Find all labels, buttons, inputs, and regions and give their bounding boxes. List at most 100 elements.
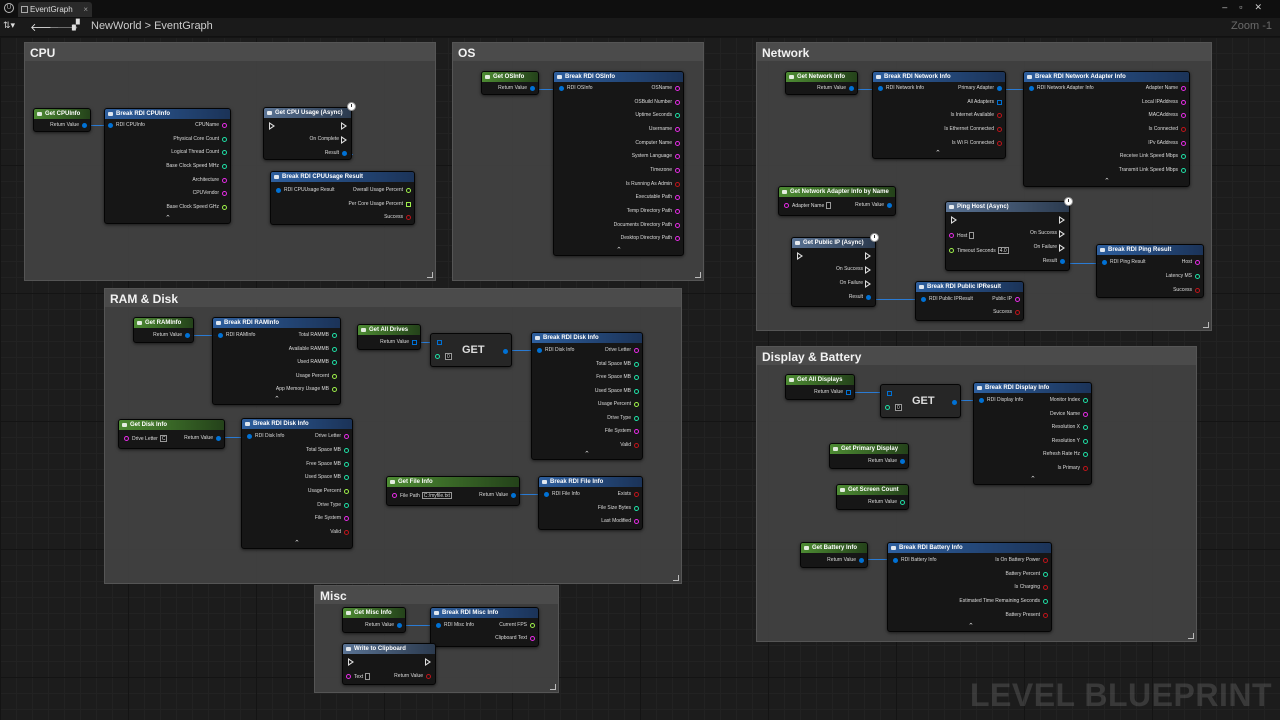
pin-return-value[interactable]: Return Value bbox=[814, 389, 851, 396]
timeout-field[interactable]: 4.0 bbox=[997, 247, 1009, 254]
pin-valid[interactable]: Valid bbox=[330, 529, 349, 536]
pin-return-value[interactable]: Return Value bbox=[479, 492, 516, 499]
pin-return-value[interactable]: Return Value bbox=[817, 85, 854, 92]
resize-handle-icon[interactable] bbox=[673, 575, 679, 581]
pin-usage-percent[interactable]: Usage Percent bbox=[308, 488, 349, 495]
index-field[interactable]: 0 bbox=[445, 353, 452, 360]
pin-os-name[interactable]: OSName bbox=[651, 85, 680, 92]
node-break-file-info[interactable]: Break RDI File Info RDI File Info Exists… bbox=[538, 476, 643, 530]
pin-index[interactable]: 0 bbox=[435, 353, 452, 361]
pin-drive-letter[interactable]: Drive Letter bbox=[315, 433, 349, 440]
file-path-field[interactable]: C:/myfile.txt bbox=[421, 492, 452, 499]
node-get-ram-info[interactable]: Get RAMInfo Return Value bbox=[133, 317, 194, 343]
pin-is-charging[interactable]: Is Charging bbox=[1014, 584, 1048, 591]
pin-computer-name[interactable]: Computer Name bbox=[635, 140, 680, 147]
resize-handle-icon[interactable] bbox=[427, 272, 433, 278]
tab-eventgraph[interactable]: EventGraph × bbox=[18, 2, 92, 17]
resize-handle-icon[interactable] bbox=[695, 272, 701, 278]
pin-local-ip[interactable]: Local IPAddress bbox=[1142, 99, 1186, 106]
pin-battery-present[interactable]: Battery Present bbox=[1006, 612, 1048, 619]
pin-rdi-misc-info[interactable]: RDI Misc Info bbox=[436, 622, 474, 629]
node-get-file-info[interactable]: Get File Info File Path C:/myfile.txt Ret… bbox=[386, 476, 520, 506]
pin-drive-type[interactable]: Drive Type bbox=[317, 502, 349, 509]
pin-wifi-connected[interactable]: Is Wi Fi Connected bbox=[952, 140, 1002, 147]
node-get-os-info[interactable]: Get OSInfo Return Value bbox=[481, 71, 539, 95]
pin-cpu-vendor[interactable]: CPUVendor bbox=[193, 190, 227, 197]
pin-cpu-name[interactable]: CPUName bbox=[195, 122, 227, 129]
pin-rdi-display-info[interactable]: RDI Display Info bbox=[979, 397, 1023, 404]
pin-username[interactable]: Username bbox=[649, 126, 680, 133]
pin-on-battery-power[interactable]: Is On Battery Power bbox=[995, 557, 1048, 564]
pin-is-connected[interactable]: Is Connected bbox=[1149, 126, 1186, 133]
node-get-battery-info[interactable]: Get Battery Info Return Value bbox=[800, 542, 868, 568]
pin-mac-address[interactable]: MACAddress bbox=[1149, 112, 1186, 119]
node-break-battery-info[interactable]: Break RDI Battery Info RDI Battery Info … bbox=[887, 542, 1052, 632]
pin-return-value[interactable]: Return Value bbox=[855, 202, 892, 209]
pin-timeout-seconds[interactable]: Timeout Seconds 4.0 bbox=[949, 247, 1009, 255]
drive-letter-field[interactable]: C bbox=[159, 435, 168, 442]
pin-rdi-network-info[interactable]: RDI Network Info bbox=[878, 85, 924, 92]
pin-total-space[interactable]: Total Space MB bbox=[306, 447, 349, 454]
pin-free-space[interactable]: Free Space MB bbox=[596, 374, 639, 381]
host-field[interactable] bbox=[969, 232, 975, 239]
pin-per-core-usage[interactable]: Per Core Usage Percent bbox=[349, 201, 411, 208]
pin-total-space[interactable]: Total Space MB bbox=[596, 361, 639, 368]
resize-handle-icon[interactable] bbox=[550, 684, 556, 690]
breadcrumb-world[interactable]: NewWorld bbox=[91, 20, 142, 32]
text-field[interactable] bbox=[365, 673, 371, 680]
node-break-public-ip-result[interactable]: Break RDI Public IPResult RDI Public IPR… bbox=[915, 281, 1024, 321]
pin-time-remaining[interactable]: Estimated Time Remaining Seconds bbox=[959, 598, 1048, 605]
close-tab-icon[interactable]: × bbox=[83, 2, 88, 17]
pin-battery-percent[interactable]: Battery Percent bbox=[1006, 571, 1048, 578]
node-array-get-displays[interactable]: 0 GET bbox=[880, 384, 961, 418]
pin-drive-letter[interactable]: Drive Letter bbox=[605, 347, 639, 354]
node-break-ping-result[interactable]: Break RDI Ping Result RDI Ping Result Ho… bbox=[1096, 244, 1204, 298]
pin-get-out[interactable] bbox=[952, 400, 957, 405]
pin-is-primary[interactable]: Is Primary bbox=[1058, 465, 1088, 472]
adapter-name-field[interactable] bbox=[826, 202, 832, 209]
graph-hierarchy-icon[interactable]: ▞ bbox=[72, 20, 80, 31]
pin-result[interactable]: Result bbox=[849, 294, 871, 301]
node-break-ram-info[interactable]: Break RDI RAMInfo RDI RAMInfo Total RAMM… bbox=[212, 317, 341, 405]
breadcrumb-graph[interactable]: EventGraph bbox=[154, 20, 213, 32]
pin-receive-speed[interactable]: Receive Link Speed Mbps bbox=[1120, 153, 1186, 160]
pin-on-complete[interactable]: On Complete bbox=[310, 136, 347, 144]
window-controls[interactable]: –▫✕ bbox=[1222, 2, 1274, 13]
pin-valid[interactable]: Valid bbox=[620, 442, 639, 449]
pin-available-ram[interactable]: Available RAMMB bbox=[289, 346, 337, 353]
node-get-public-ip-async[interactable]: Get Public IP (Async) On Success On Fail… bbox=[791, 237, 876, 307]
pin-rdi-raminfo[interactable]: RDI RAMInfo bbox=[218, 332, 255, 339]
pin-file-system[interactable]: File System bbox=[605, 428, 639, 435]
pin-drive-letter-input[interactable]: Drive Letter C bbox=[124, 435, 168, 443]
node-ping-host-async[interactable]: Ping Host (Async) Host Timeout Seconds 4.… bbox=[945, 201, 1070, 271]
node-get-primary-display[interactable]: Get Primary Display Return Value bbox=[829, 443, 909, 469]
pin-app-memory[interactable]: App Memory Usage MB bbox=[276, 386, 337, 393]
pin-free-space[interactable]: Free Space MB bbox=[306, 461, 349, 468]
pin-used-space[interactable]: Used Space MB bbox=[595, 388, 639, 395]
node-write-to-clipboard[interactable]: Write to Clipboard Text Return Value bbox=[342, 643, 436, 685]
pin-return-value[interactable]: Return Value bbox=[365, 622, 402, 629]
node-get-adapter-by-name[interactable]: Get Network Adapter Info by Name Adapter… bbox=[778, 186, 896, 216]
pin-return-value[interactable]: Return Value bbox=[394, 673, 431, 680]
pin-on-success[interactable]: On Success bbox=[1030, 230, 1065, 238]
collapse-chevron-icon[interactable]: ⌃ bbox=[616, 246, 622, 254]
pin-array-in[interactable] bbox=[887, 391, 892, 396]
pin-all-adapters[interactable]: All Adapters bbox=[967, 99, 1002, 106]
pin-exists[interactable]: Exists bbox=[618, 491, 639, 498]
pin-used-ram[interactable]: Used RAMMB bbox=[297, 359, 337, 366]
pin-transmit-speed[interactable]: Transmit Link Speed Mbps bbox=[1119, 167, 1186, 174]
resize-handle-icon[interactable] bbox=[1203, 322, 1209, 328]
pin-system-language[interactable]: System Language bbox=[632, 153, 680, 160]
pin-is-admin[interactable]: Is Running As Admin bbox=[626, 181, 680, 188]
pin-success[interactable]: Success bbox=[993, 309, 1020, 316]
pin-return-value[interactable]: Return Value bbox=[50, 122, 87, 129]
pin-public-ip[interactable]: Public IP bbox=[992, 296, 1020, 303]
pin-text-input[interactable]: Text bbox=[346, 673, 371, 681]
pin-usage-percent[interactable]: Usage Percent bbox=[296, 373, 337, 380]
pin-timezone[interactable]: Timezone bbox=[650, 167, 680, 174]
node-get-cpu-info[interactable]: Get CPUInfo Return Value bbox=[33, 108, 91, 132]
pin-rdi-cpuinfo[interactable]: RDI CPUInfo bbox=[108, 122, 145, 129]
unreal-logo-icon[interactable]: U bbox=[4, 3, 14, 13]
pin-refresh-rate[interactable]: Refresh Rate Hz bbox=[1043, 451, 1088, 458]
collapse-chevron-icon[interactable]: ⌃ bbox=[1030, 475, 1036, 483]
